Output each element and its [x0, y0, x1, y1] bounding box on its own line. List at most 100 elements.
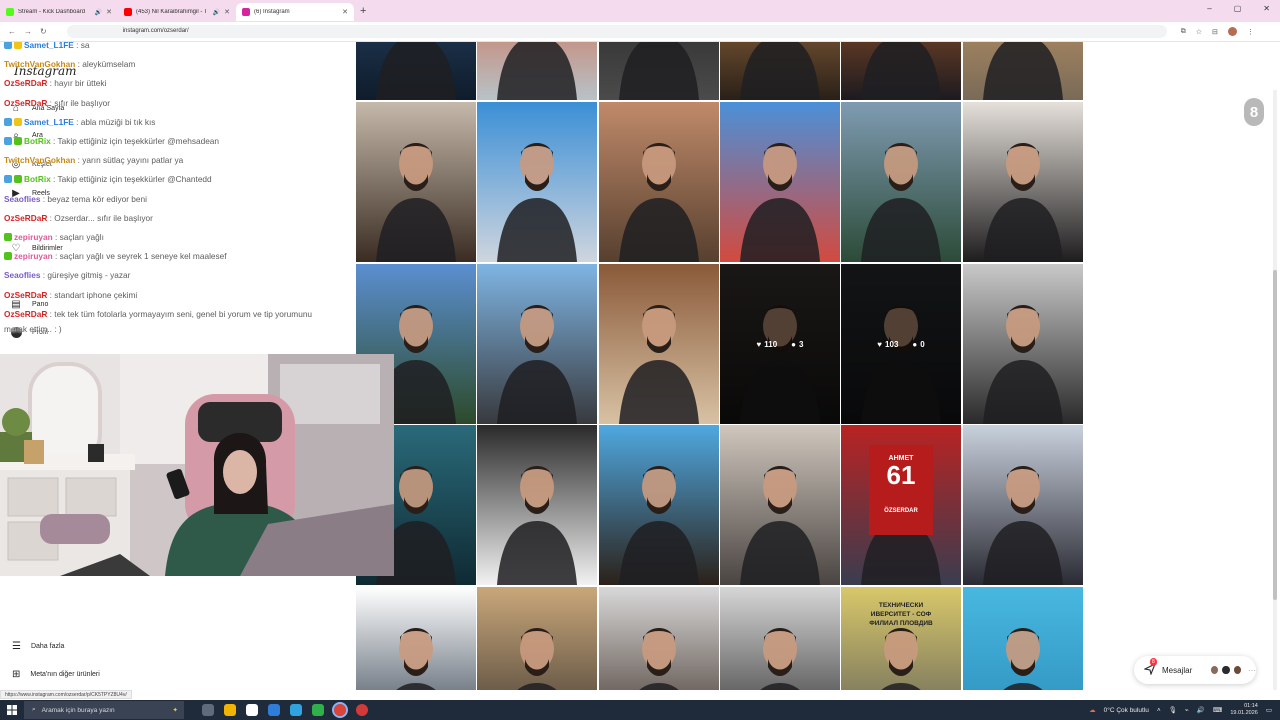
chat-username[interactable]: OzSeRDaR [4, 290, 47, 300]
chat-username[interactable]: zepiruyan [14, 232, 53, 242]
post-thumbnail[interactable] [841, 102, 961, 262]
post-photo [477, 42, 597, 100]
close-window-button[interactable]: ✕ [1263, 4, 1270, 13]
scrollbar-thumb[interactable] [1273, 270, 1277, 600]
post-thumbnail[interactable] [720, 102, 840, 262]
post-thumbnail[interactable] [963, 264, 1083, 424]
teams-icon[interactable] [312, 704, 324, 716]
chat-username[interactable]: Samet_L1FE [24, 117, 74, 127]
obs-icon[interactable] [356, 704, 368, 716]
minimize-button[interactable]: – [1207, 4, 1211, 13]
chat-username[interactable]: OzSeRDaR [4, 309, 47, 319]
post-hover-stats[interactable]: ♥ 110 ● 3 [720, 264, 840, 424]
chat-username[interactable]: Samet_L1FE [24, 42, 74, 50]
file-explorer-icon[interactable] [224, 704, 236, 716]
chat-username[interactable]: BotRix [24, 136, 51, 146]
volume-icon[interactable]: 🔊 [1197, 706, 1205, 714]
new-tab-button[interactable]: + [360, 5, 366, 17]
avatar [1221, 665, 1231, 675]
page-scrollbar[interactable] [1273, 90, 1277, 690]
post-thumbnail[interactable] [599, 425, 719, 585]
post-thumbnail[interactable] [477, 587, 597, 690]
chat-username[interactable]: zepiruyan [14, 251, 53, 261]
sidebar-meta-products[interactable]: ⊞ Meta'nın diğer ürünleri [12, 669, 100, 680]
chat-username[interactable]: Seaoflies [4, 194, 40, 204]
post-photo [841, 42, 961, 100]
windows-start-icon[interactable] [0, 705, 24, 715]
post-thumbnail[interactable] [356, 587, 476, 690]
tab-instagram[interactable]: (6) Instagram ✕ [236, 3, 354, 21]
post-thumbnail[interactable] [963, 587, 1083, 690]
sidebar-more[interactable]: ☰ Daha fazla [12, 641, 64, 652]
menu-icon[interactable]: ⋮ [1247, 28, 1254, 36]
speaker-icon[interactable]: 🔊 [213, 9, 220, 16]
likes-stat: ♥ 103 [877, 340, 898, 349]
back-icon[interactable]: ← [8, 27, 16, 36]
chat-text: : yarın sütlaç yayını patlar ya [77, 155, 184, 166]
chat-username[interactable]: OzSeRDaR [4, 78, 47, 88]
chat-username[interactable]: OzSeRDaR [4, 213, 47, 223]
forward-icon[interactable]: → [24, 27, 32, 36]
mail-icon[interactable] [268, 704, 280, 716]
reload-icon[interactable]: ↻ [40, 27, 47, 36]
task-view-icon[interactable] [202, 704, 214, 716]
edge-icon[interactable] [290, 704, 302, 716]
messages-button[interactable]: 8 Mesajlar ··· [1134, 656, 1256, 684]
speaker-icon[interactable]: 🔊 [95, 9, 102, 16]
post-thumbnail[interactable] [477, 102, 597, 262]
more-dots-icon: ··· [1247, 665, 1256, 675]
post-thumbnail[interactable] [477, 264, 597, 424]
microphone-icon[interactable]: 🎙 [1169, 706, 1177, 714]
chat-username[interactable]: OzSeRDaR [4, 98, 47, 108]
chat-message: OzSeRDaR : sıfır ile başlıyor [4, 94, 404, 113]
post-thumbnail[interactable]: AHMET 61 ÖZSERDAR [841, 425, 961, 585]
post-thumbnail[interactable] [599, 587, 719, 690]
post-thumbnail[interactable]: ♥ 110 ● 3 [720, 264, 840, 424]
clock[interactable]: 01:14 19.01.2026 [1230, 703, 1258, 717]
post-thumbnail[interactable] [720, 587, 840, 690]
post-thumbnail[interactable] [477, 42, 597, 100]
chat-username[interactable]: TwitchVanGokhan [4, 155, 75, 165]
network-icon[interactable]: ⌁ [1185, 706, 1189, 714]
store-icon[interactable] [246, 704, 258, 716]
post-thumbnail[interactable] [720, 42, 840, 100]
chat-username[interactable]: TwitchVanGokhan [4, 59, 75, 69]
post-thumbnail[interactable] [963, 42, 1083, 100]
post-photo [963, 102, 1083, 262]
post-hover-stats[interactable]: ♥ 103 ● 0 [841, 264, 961, 424]
post-thumbnail[interactable] [963, 425, 1083, 585]
post-thumbnail[interactable]: ♥ 103 ● 0 [841, 264, 961, 424]
post-thumbnail[interactable] [963, 102, 1083, 262]
post-thumbnail[interactable] [477, 425, 597, 585]
chat-username[interactable]: BotRix [24, 174, 51, 184]
tab-youtube[interactable]: (453) Nil Karaibrahimgil - T 🔊 ✕ [118, 3, 236, 21]
chat-text: : aleykümselam [77, 59, 136, 70]
tray-arrow-icon[interactable]: ˄ [1157, 707, 1161, 714]
messages-label: Mesajlar [1162, 665, 1193, 675]
chat-username[interactable]: Seaoflies [4, 270, 40, 280]
bookmark-star-icon[interactable]: ☆ [1196, 28, 1202, 36]
taskbar-search[interactable]: ⌕ Aramak için buraya yazın ✦ [24, 701, 184, 719]
post-thumbnail[interactable] [599, 264, 719, 424]
profile-avatar[interactable] [1227, 27, 1237, 36]
close-icon[interactable]: ✕ [224, 8, 230, 16]
extensions-icon[interactable]: ⊟ [1212, 28, 1218, 36]
post-thumbnail[interactable] [720, 425, 840, 585]
close-icon[interactable]: ✕ [106, 8, 112, 16]
close-icon[interactable]: ✕ [342, 8, 348, 16]
post-thumbnail[interactable]: ТЕХНИЧЕСКИ ИВЕРСИТЕТ - СОФ ФИЛИАЛ ПЛОВДИВ [841, 587, 961, 690]
heart-icon: ♥ [877, 339, 883, 349]
chat-message: zepiruyan : saçları yağlı ve seyrek 1 se… [4, 247, 404, 266]
cast-icon[interactable]: ⧉ [1181, 28, 1186, 36]
tab-kick[interactable]: Stream - Kick Dashboard 🔊 ✕ [0, 3, 118, 21]
maximize-button[interactable]: ▢ [1234, 4, 1242, 13]
post-thumbnail[interactable] [599, 102, 719, 262]
post-thumbnail[interactable] [599, 42, 719, 100]
clock-time: 01:14 [1244, 703, 1258, 709]
notifications-icon[interactable]: ▭ [1266, 706, 1272, 714]
language-icon[interactable]: ⌨ [1213, 706, 1222, 714]
university-sign: ТЕХНИЧЕСКИ ИВЕРСИТЕТ - СОФ ФИЛИАЛ ПЛОВДИВ [841, 601, 961, 628]
chrome-icon[interactable] [332, 702, 348, 718]
url-field[interactable]: instagram.com/ozserdar/ [66, 25, 1167, 38]
post-thumbnail[interactable] [841, 42, 961, 100]
